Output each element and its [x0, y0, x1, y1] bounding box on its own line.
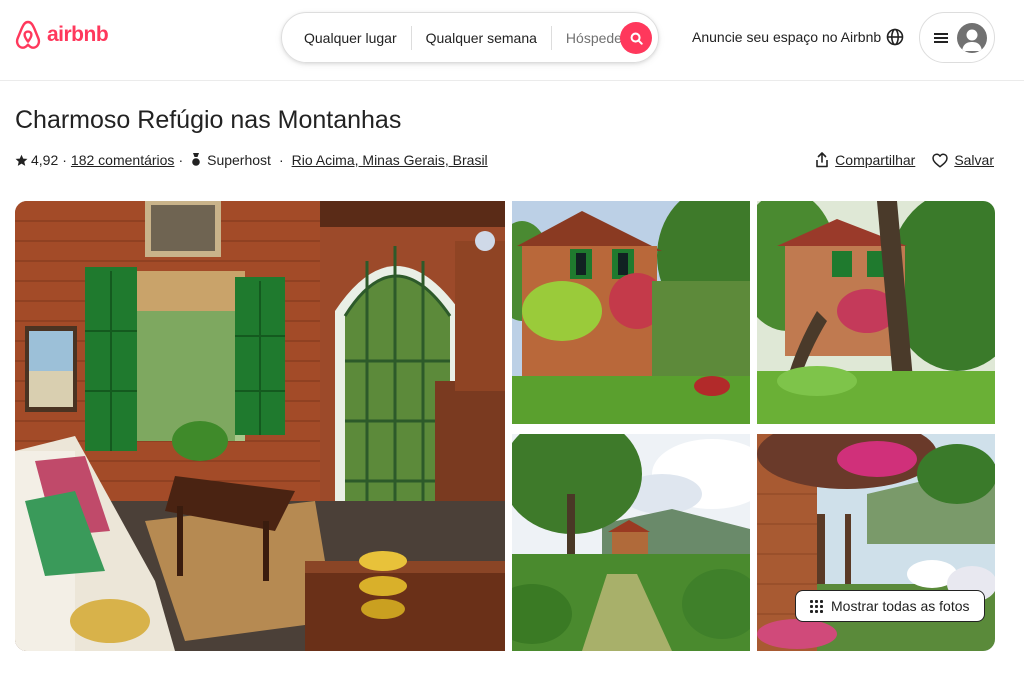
share-icon — [816, 152, 828, 168]
star-icon — [15, 154, 28, 166]
user-avatar-icon — [957, 22, 987, 53]
reviews-link[interactable]: 182 comentários — [71, 152, 175, 168]
rating-value: 4,92 — [31, 152, 59, 168]
hamburger-menu-icon — [934, 32, 948, 43]
search-button[interactable] — [620, 22, 652, 54]
host-link[interactable]: Anuncie seu espaço no Airbnb — [692, 29, 881, 45]
search-bar[interactable]: Qualquer lugar Qualquer semana Hóspedes? — [281, 12, 659, 63]
user-menu-button[interactable] — [919, 12, 995, 63]
search-location[interactable]: Qualquer lugar — [282, 30, 411, 46]
search-icon — [630, 32, 643, 45]
heart-icon — [932, 152, 949, 168]
save-label: Salvar — [954, 152, 994, 168]
superhost-badge: Superhost — [207, 152, 271, 168]
listing-meta: 4,92 · 182 comentários · Superhost · Rio… — [15, 152, 488, 168]
living-room-photo[interactable] — [15, 201, 505, 651]
house-front-photo[interactable] — [512, 201, 750, 424]
airbnb-logo-icon — [15, 20, 41, 49]
location-link[interactable]: Rio Acima, Minas Gerais, Brasil — [292, 152, 488, 168]
search-dates[interactable]: Qualquer semana — [412, 30, 551, 46]
logo-text: airbnb — [47, 23, 109, 46]
house-garden-photo[interactable] — [757, 201, 995, 424]
share-label: Compartilhar — [835, 152, 916, 168]
share-button[interactable]: Compartilhar — [815, 152, 915, 168]
photo-gallery — [15, 201, 995, 651]
meta-separator: · — [278, 152, 284, 168]
grid-icon — [810, 599, 823, 613]
save-button[interactable]: Salvar — [932, 152, 994, 168]
meta-separator: · — [178, 152, 184, 168]
superhost-medal-icon — [192, 153, 200, 166]
globe-icon[interactable] — [885, 27, 905, 47]
house-valley-photo[interactable] — [512, 434, 750, 651]
listing-title: Charmoso Refúgio nas Montanhas — [15, 106, 402, 134]
show-all-photos-label: Mostrar todas as fotos — [831, 598, 970, 614]
airbnb-logo[interactable]: airbnb — [15, 20, 109, 50]
top-header: airbnb Qualquer lugar Qualquer semana Hó… — [0, 0, 1024, 81]
listing-actions: Compartilhar Salvar — [815, 152, 994, 168]
meta-separator: · — [62, 152, 67, 168]
show-all-photos-button[interactable]: Mostrar todas as fotos — [795, 590, 985, 622]
